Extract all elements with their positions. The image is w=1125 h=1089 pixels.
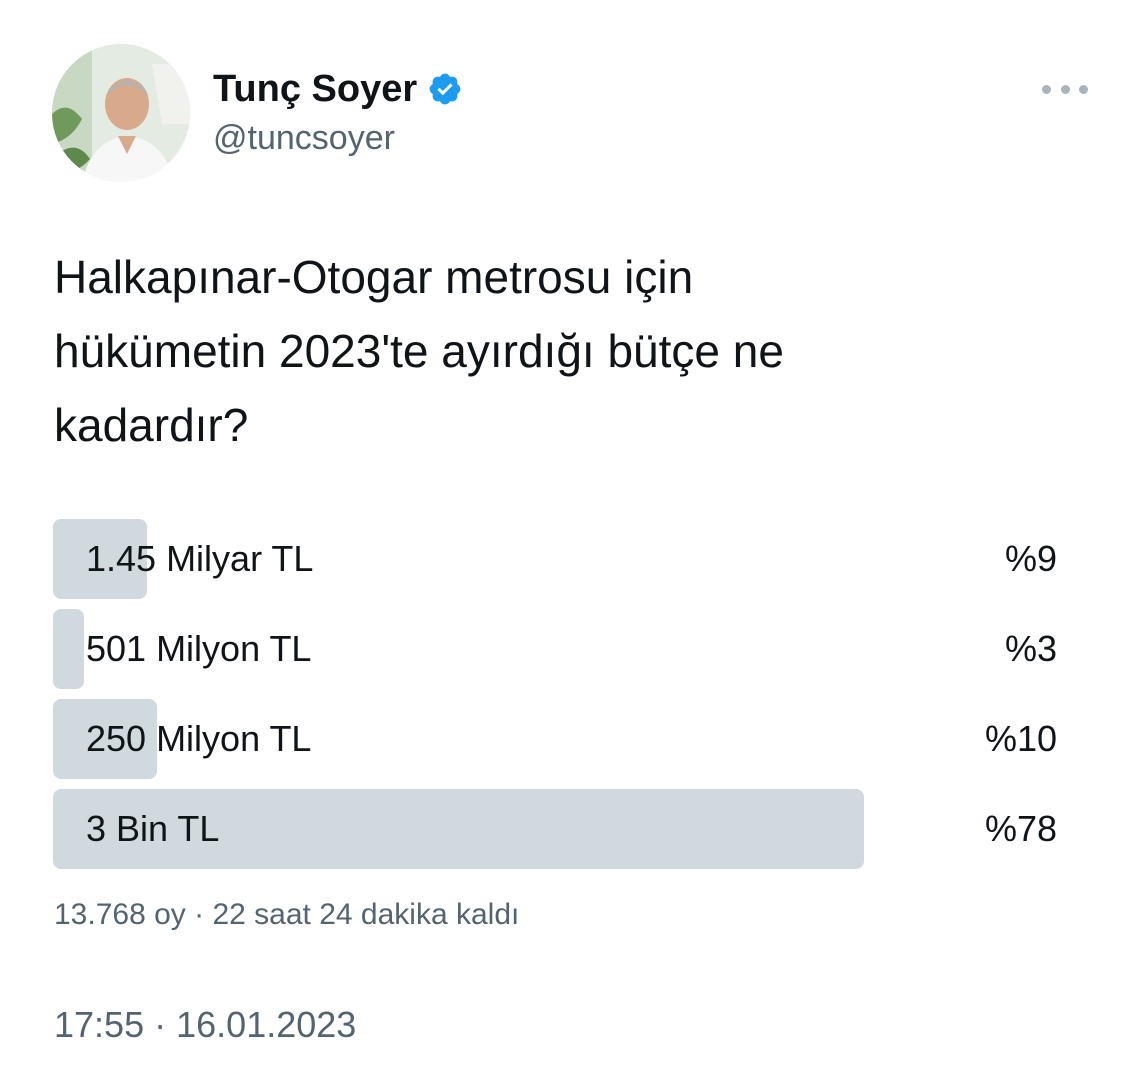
more-dot-icon — [1079, 84, 1088, 94]
poll-option: 501 Milyon TL %3 — [53, 609, 1063, 689]
poll-option-label: 250 Milyon TL — [86, 718, 312, 759]
tweet-text: Halkapınar-Otogar metrosu için hükümetin… — [54, 251, 784, 451]
poll-time-left: 22 saat 24 dakika kaldı — [212, 898, 520, 931]
poll: 1.45 Milyar TL %9 501 Milyon TL %3 250 M… — [53, 519, 1063, 879]
avatar-photo — [52, 44, 190, 182]
tweet-timestamp[interactable]: 17:55 · 16.01.2023 — [54, 1002, 356, 1048]
timestamp-separator: · — [154, 1004, 167, 1045]
tweet-card: Tunç Soyer @tuncsoyer Halkapınar-Otogar … — [0, 0, 1125, 1089]
poll-option: 3 Bin TL %78 — [53, 789, 1063, 869]
more-dot-icon — [1060, 84, 1070, 94]
poll-option: 250 Milyon TL %10 — [53, 699, 1063, 779]
poll-vote-count: 13.768 oy — [54, 898, 186, 931]
poll-option-percent: %10 — [984, 718, 1057, 759]
more-options-button[interactable] — [1042, 78, 1088, 100]
poll-meta-separator: · — [194, 898, 205, 931]
poll-option-label: 3 Bin TL — [86, 808, 220, 849]
poll-option-percent: %3 — [1004, 628, 1057, 669]
author-display-name[interactable]: Tunç Soyer — [213, 66, 417, 112]
avatar[interactable] — [52, 44, 190, 182]
tweet-time: 17:55 — [54, 1004, 145, 1045]
poll-option-percent: %9 — [1004, 538, 1057, 579]
poll-option-label: 501 Milyon TL — [86, 628, 312, 669]
author-name-row[interactable]: Tunç Soyer — [213, 66, 463, 112]
poll-meta: 13.768 oy · 22 saat 24 dakika kaldı — [54, 895, 519, 935]
verified-badge-icon — [427, 71, 463, 107]
poll-result-bar — [53, 609, 84, 689]
author-handle[interactable]: @tuncsoyer — [213, 116, 395, 160]
poll-option-label: 1.45 Milyar TL — [86, 538, 314, 579]
more-dot-icon — [1042, 84, 1051, 94]
poll-option-percent: %78 — [984, 808, 1057, 849]
tweet-date: 16.01.2023 — [176, 1004, 357, 1045]
poll-option: 1.45 Milyar TL %9 — [53, 519, 1063, 599]
